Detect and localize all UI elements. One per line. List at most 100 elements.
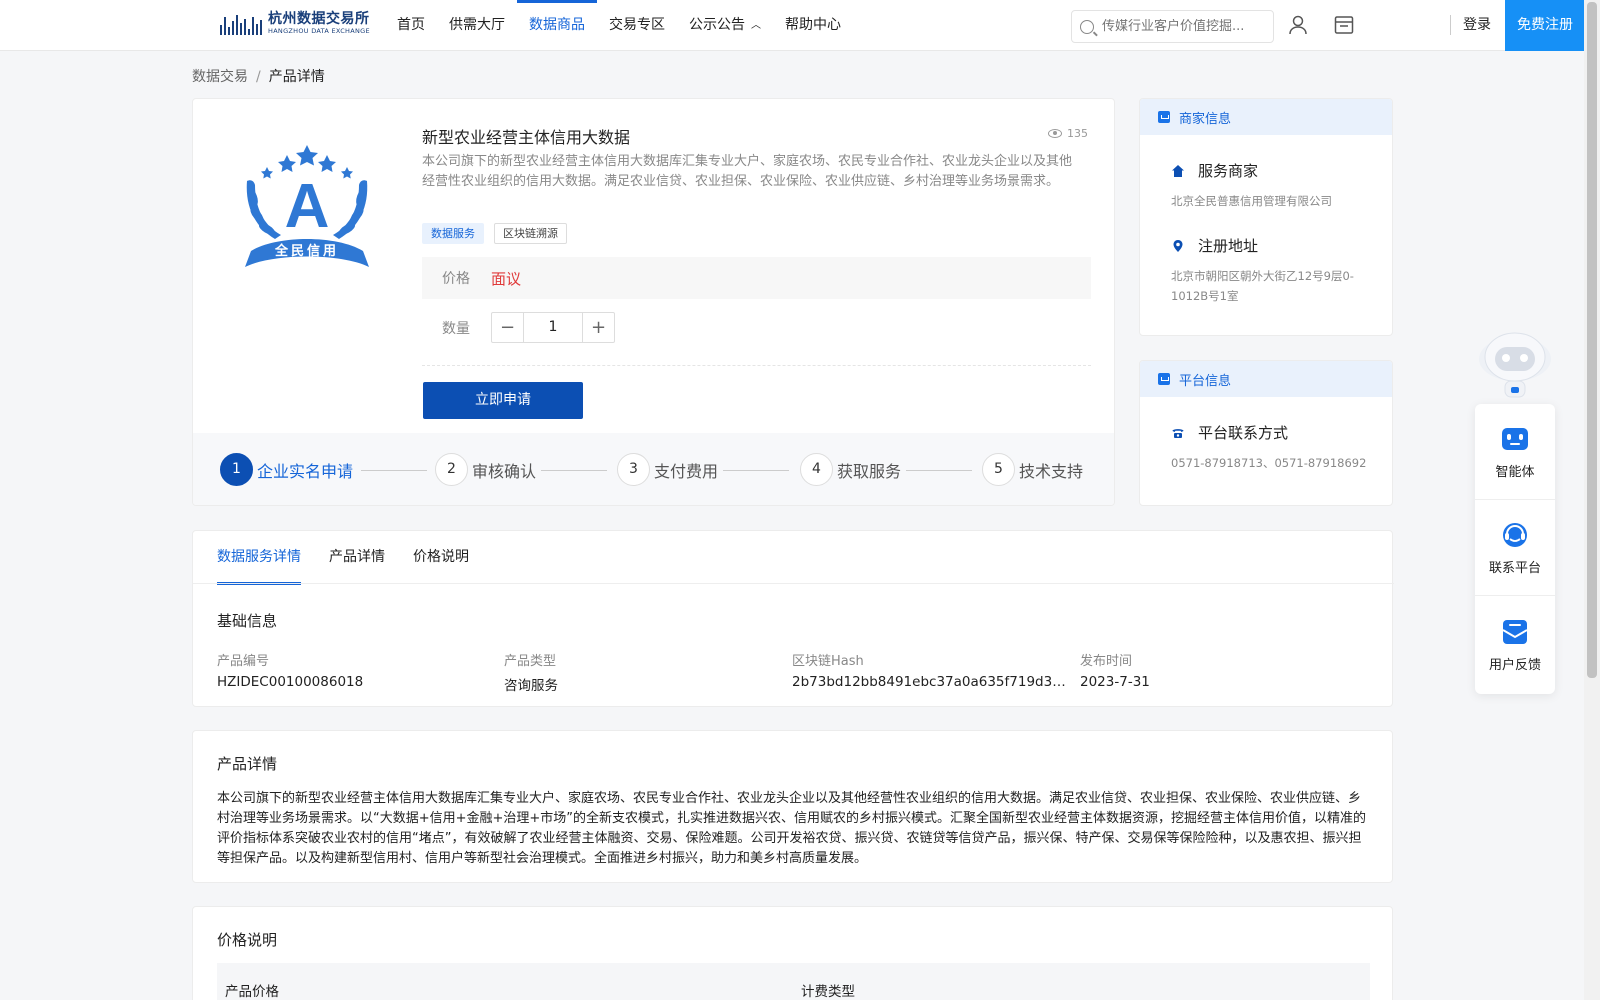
pricing-col-price: 产品价格 [225, 984, 279, 1000]
top-header: 杭州数据交易所 HANGZHOU DATA EXCHANGE 首页 供需大厅 数… [0, 0, 1585, 51]
eye-icon [1048, 129, 1062, 138]
address-section: 注册地址 北京市朝阳区朝外大街乙12号9层0-1012B号1室 [1140, 235, 1392, 306]
logo-bars-icon [220, 13, 262, 35]
product-detail-title: 产品详情 [217, 755, 278, 773]
pricing-col-billing-type: 计费类型 [801, 984, 855, 1000]
divider [422, 365, 1091, 366]
product-detail-text: 本公司旗下的新型农业经营主体信用大数据库汇集专业大户、家庭农场、农民专业合作社、… [217, 791, 1367, 866]
step-1-label: 企业实名申请 [257, 461, 354, 481]
basic-info-title: 基础信息 [217, 612, 278, 630]
pricing-card: 价格说明 产品价格 计费类型 [192, 906, 1393, 1000]
nav-supply-demand[interactable]: 供需大厅 [437, 0, 517, 50]
product-logo-letter: A [285, 172, 330, 241]
merchant-info-card: 商家信息 服务商家 北京全民普惠信用管理有限公司 注册地址 北京市朝阳区朝外大街… [1139, 98, 1393, 336]
platform-contact-section: 平台联系方式 0571-87918713、0571-87918692 [1140, 422, 1392, 473]
service-merchant-section: 服务商家 北京全民普惠信用管理有限公司 [1140, 160, 1392, 211]
step-2: 2 审核确认 [435, 453, 536, 486]
step-2-number: 2 [435, 453, 468, 486]
info-publish-date-label: 发布时间 [1080, 654, 1133, 669]
detail-tabs: 数据服务详情 产品详情 价格说明 [217, 531, 497, 585]
tab-product-details[interactable]: 产品详情 [329, 531, 385, 584]
product-logo-banner: 全民信用 [274, 243, 339, 259]
platform-contact-value: 0571-87918713、0571-87918692 [1171, 456, 1367, 470]
step-5: 5 技术支持 [982, 453, 1083, 486]
info-icon [1158, 111, 1170, 123]
robot-assistant-icon[interactable] [1475, 325, 1555, 405]
step-5-label: 技术支持 [1019, 461, 1084, 481]
quantity-stepper: − 1 + [491, 312, 615, 343]
breadcrumb-current: 产品详情 [268, 69, 325, 85]
feedback-icon [1502, 619, 1528, 644]
float-contact-platform[interactable]: 联系平台 [1475, 500, 1555, 596]
platform-info-header: 平台信息 [1140, 361, 1392, 397]
nav-data-products[interactable]: 数据商品 [517, 0, 597, 50]
nav-announcements[interactable]: 公示公告 ︿ [677, 0, 773, 50]
quantity-input[interactable]: 1 [523, 313, 583, 342]
quantity-label: 数量 [442, 320, 470, 337]
float-user-feedback[interactable]: 用户反馈 [1475, 596, 1555, 692]
scrollbar-thumb[interactable] [1587, 2, 1597, 678]
breadcrumb: 数据交易 / 产品详情 [192, 66, 325, 86]
step-connector [541, 470, 607, 471]
tag-data-service[interactable]: 数据服务 [422, 223, 484, 244]
product-tags: 数据服务 区块链溯源 [422, 223, 567, 244]
platform-contact-label: 平台联系方式 [1198, 424, 1289, 442]
info-blockchain-hash-label: 区块链Hash [792, 654, 864, 669]
address-label: 注册地址 [1198, 237, 1259, 255]
register-button[interactable]: 免费注册 [1505, 0, 1585, 51]
tab-data-service-details[interactable]: 数据服务详情 [217, 531, 301, 585]
apply-now-button[interactable]: 立即申请 [423, 382, 583, 419]
step-connector [906, 470, 972, 471]
quantity-plus-button[interactable]: + [583, 313, 614, 342]
detail-tabs-card: 数据服务详情 产品详情 价格说明 基础信息 产品编号 HZIDEC0010008… [192, 530, 1394, 707]
step-5-number: 5 [982, 453, 1015, 486]
step-3-label: 支付费用 [654, 461, 719, 481]
float-ai-agent[interactable]: 智能体 [1475, 404, 1555, 500]
float-user-feedback-label: 用户反馈 [1488, 657, 1541, 673]
phone-icon [1172, 428, 1184, 438]
info-icon [1158, 373, 1170, 385]
step-4-number: 4 [800, 453, 833, 486]
home-icon [1172, 164, 1184, 177]
address-value: 北京市朝阳区朝外大街乙12号9层0-1012B号1室 [1171, 269, 1354, 303]
location-icon [1173, 239, 1183, 252]
tabs-divider [193, 583, 1394, 584]
logo-text-cn: 杭州数据交易所 [268, 11, 370, 27]
search-input[interactable] [1102, 19, 1262, 34]
platform-info-card: 平台信息 平台联系方式 0571-87918713、0571-87918692 [1139, 360, 1393, 506]
info-blockchain-hash: 区块链Hash 2b73bd12bb8491ebc37a0a635f719d38… [792, 650, 1067, 690]
step-1-number: 1 [220, 453, 253, 486]
nav-home[interactable]: 首页 [385, 0, 437, 50]
tag-blockchain[interactable]: 区块链溯源 [494, 223, 567, 244]
quantity-row: 数量 − 1 + [422, 312, 615, 343]
info-product-type: 产品类型 咨询服务 [504, 650, 779, 694]
float-contact-platform-label: 联系平台 [1488, 561, 1541, 576]
main-nav: 首页 供需大厅 数据商品 交易专区 公示公告 ︿ 帮助中心 [385, 0, 853, 50]
search-icon [1080, 19, 1094, 34]
quantity-minus-button[interactable]: − [492, 313, 523, 342]
merchant-info-header: 商家信息 [1140, 99, 1392, 135]
price-value: 面议 [491, 269, 522, 288]
user-icon[interactable] [1287, 14, 1309, 36]
step-3-number: 3 [617, 453, 650, 486]
ai-agent-icon [1502, 428, 1528, 450]
tab-pricing[interactable]: 价格说明 [413, 531, 469, 584]
site-logo[interactable]: 杭州数据交易所 HANGZHOU DATA EXCHANGE [220, 11, 370, 36]
breadcrumb-separator: / [256, 69, 261, 85]
info-product-id-value: HZIDEC00100086018 [217, 674, 364, 690]
login-link[interactable]: 登录 [1450, 15, 1491, 35]
step-connector [361, 470, 427, 471]
breadcrumb-parent[interactable]: 数据交易 [192, 69, 248, 85]
info-publish-date: 发布时间 2023-7-31 [1080, 650, 1355, 690]
process-steps: 1 企业实名申请 2 审核确认 3 支付费用 4 获取服务 5 技术支持 [193, 433, 1114, 505]
nav-trading-zone[interactable]: 交易专区 [597, 0, 677, 50]
nav-help[interactable]: 帮助中心 [773, 0, 853, 50]
info-publish-date-value: 2023-7-31 [1080, 674, 1150, 690]
page-scrollbar[interactable] [1584, 0, 1600, 1000]
step-2-label: 审核确认 [472, 461, 537, 481]
store-icon[interactable] [1333, 14, 1355, 36]
product-logo: A 全民信用 [245, 145, 369, 267]
product-detail-card: 产品详情 本公司旗下的新型农业经营主体信用大数据库汇集专业大户、家庭农场、农民专… [192, 730, 1393, 883]
search-box[interactable] [1071, 10, 1274, 43]
step-4: 4 获取服务 [800, 453, 901, 486]
